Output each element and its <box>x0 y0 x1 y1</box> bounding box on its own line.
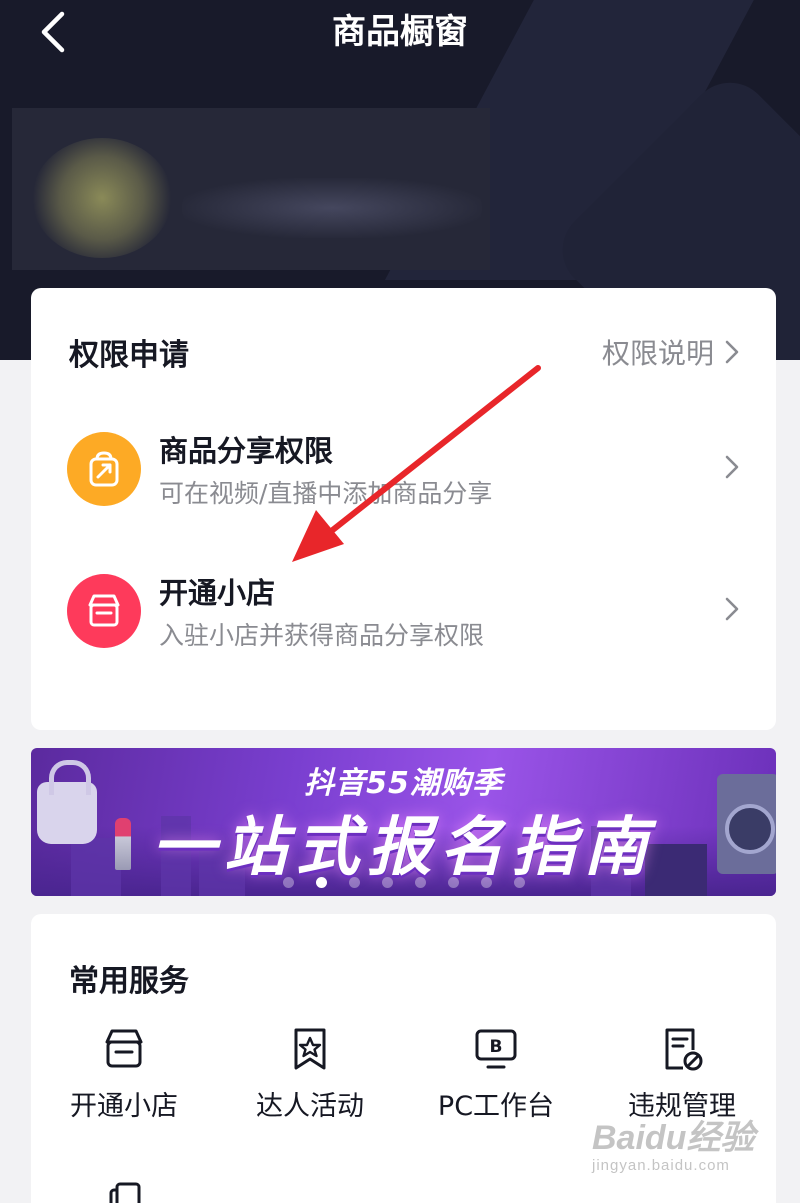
more-service-icon[interactable] <box>97 1182 147 1203</box>
permission-card: 权限申请 权限说明 商品分享权限 可在视频/直播中添加商品分享 开通小店 入驻小… <box>31 288 776 730</box>
store-icon <box>105 1029 143 1068</box>
carousel-indicator <box>31 877 776 888</box>
share-bag-icon <box>67 432 141 506</box>
page-title: 商品橱窗 <box>332 12 468 52</box>
blurred-profile <box>12 108 490 270</box>
carousel-dot[interactable] <box>282 877 294 888</box>
permission-item-title: 商品分享权限 <box>159 434 334 468</box>
permission-card-title: 权限申请 <box>69 338 189 373</box>
chevron-right-icon <box>725 597 739 621</box>
permission-item-share[interactable]: 商品分享权限 可在视频/直播中添加商品分享 <box>31 416 776 526</box>
carousel-dot[interactable] <box>381 877 393 888</box>
permission-explain-label: 权限说明 <box>601 337 714 370</box>
permission-item-open-store[interactable]: 开通小店 入驻小店并获得商品分享权限 <box>31 558 776 668</box>
service-label: 违规管理 <box>628 1091 736 1122</box>
service-label: 达人活动 <box>256 1091 364 1122</box>
chevron-right-icon <box>725 455 739 479</box>
carousel-dot[interactable] <box>447 877 459 888</box>
prohibited-doc-icon <box>665 1028 703 1071</box>
banner-headline: 一站式报名指南 <box>151 811 656 885</box>
carousel-dot[interactable] <box>513 877 525 888</box>
service-creator-activity[interactable]: 达人活动 <box>217 1024 403 1134</box>
services-card-title: 常用服务 <box>69 964 189 999</box>
service-violation-management[interactable]: 违规管理 <box>589 1024 775 1134</box>
service-label: 开通小店 <box>70 1091 178 1122</box>
permission-item-subtitle: 可在视频/直播中添加商品分享 <box>159 479 493 508</box>
svg-text:B: B <box>490 1037 503 1057</box>
service-pc-workbench[interactable]: B PC工作台 <box>403 1024 589 1134</box>
carousel-dot[interactable] <box>348 877 360 888</box>
services-card: 常用服务 开通小店 达人活动 B PC工作台 违规管理 <box>31 914 776 1203</box>
carousel-dot-active[interactable] <box>315 877 327 888</box>
promo-banner[interactable]: 抖音55潮购季 一站式报名指南 <box>31 748 776 896</box>
star-bookmark-icon <box>294 1028 326 1070</box>
service-label: PC工作台 <box>437 1091 555 1122</box>
service-open-store[interactable]: 开通小店 <box>31 1024 217 1134</box>
permission-explain-link[interactable]: 权限说明 <box>602 332 740 372</box>
store-icon <box>67 574 141 648</box>
carousel-dot[interactable] <box>414 877 426 888</box>
permission-item-subtitle: 入驻小店并获得商品分享权限 <box>159 621 485 650</box>
monitor-b-icon: B <box>475 1029 517 1069</box>
permission-item-title: 开通小店 <box>159 576 276 610</box>
carousel-dot[interactable] <box>480 877 492 888</box>
chevron-right-icon <box>725 340 739 364</box>
